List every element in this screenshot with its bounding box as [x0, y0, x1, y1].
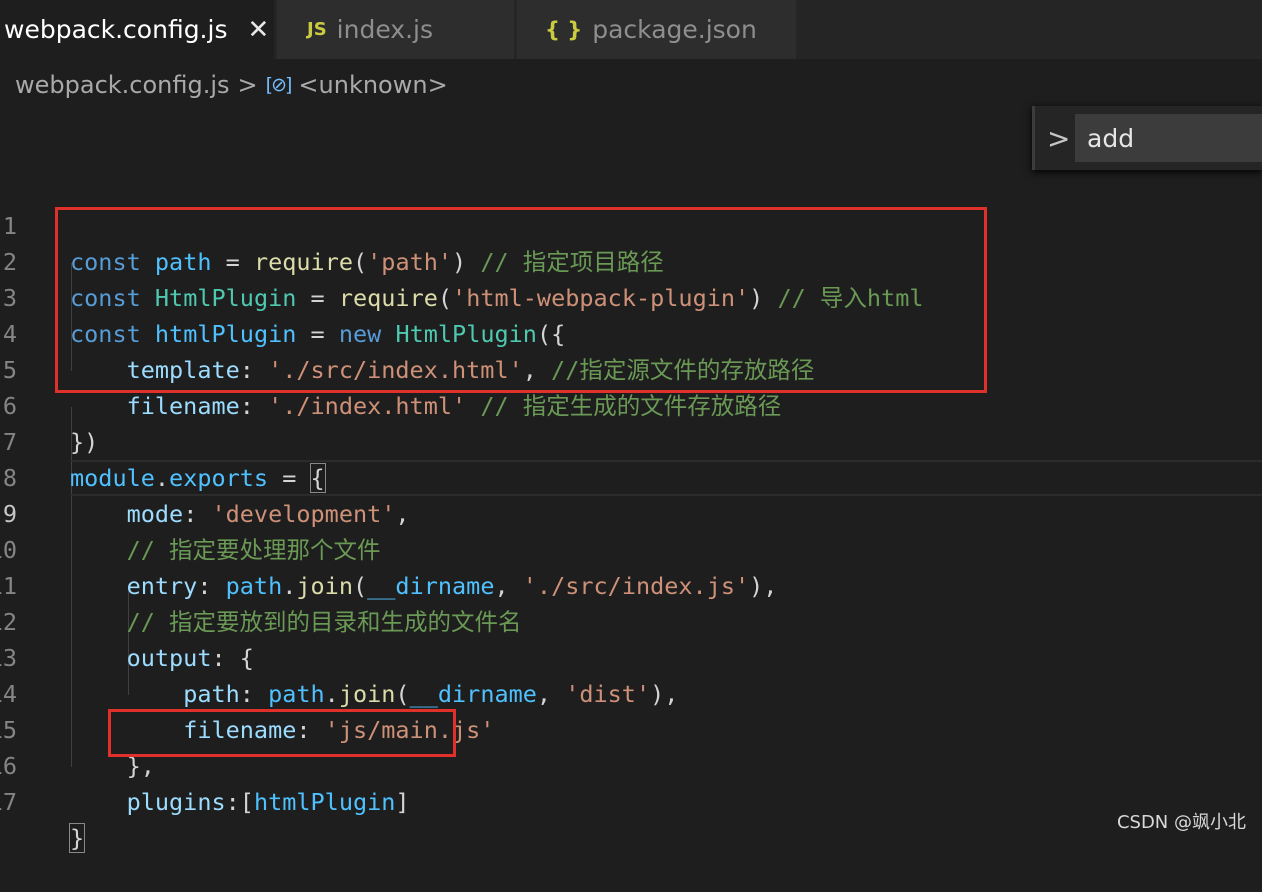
watermark: CSDN @飒小北 — [1116, 812, 1246, 833]
code-line: 7 module.exports = { — [0, 388, 1262, 493]
code-line: 11 // 指定要放到的目录和生成的文件名 — [0, 532, 1262, 636]
chevron-right-icon[interactable]: > — [1047, 122, 1070, 155]
find-widget: > — [1032, 106, 1262, 170]
tab-webpack-config[interactable]: webpack.config.js ✕ — [0, 0, 275, 59]
line-number: 17 — [0, 788, 17, 816]
tab-index-js[interactable]: JS index.js — [277, 0, 515, 59]
close-icon[interactable]: ✕ — [247, 15, 269, 45]
breadcrumb: webpack.config.js > [⊘] <unknown> — [15, 66, 448, 104]
breadcrumb-file[interactable]: webpack.config.js — [15, 71, 230, 99]
code-line: 8 mode: 'development', — [0, 424, 1262, 528]
line-code: } — [68, 823, 86, 853]
find-input[interactable] — [1075, 114, 1262, 162]
code-line: 15 }, — [0, 676, 1262, 780]
tab-package-json[interactable]: { } package.json — [517, 0, 797, 59]
annotation-box-plugins — [108, 709, 456, 757]
tab-label: index.js — [336, 15, 433, 44]
code-line-current: 9 // 指定要处理那个文件 — [0, 460, 1262, 564]
code-line: 13 path: path.join(__dirname, 'dist'), — [0, 604, 1262, 708]
chevron-right-icon: > — [237, 71, 258, 99]
code-editor[interactable]: 1 const path = require('path') // 指定项目路径… — [0, 172, 1262, 853]
tab-label: package.json — [592, 15, 757, 44]
code-line: 12 output: { — [0, 568, 1262, 672]
line-code: plugins:[htmlPlugin] — [126, 788, 410, 816]
tab-label: webpack.config.js — [4, 15, 228, 44]
json-file-icon: { } — [545, 17, 583, 42]
annotation-box-plugin-setup — [55, 207, 987, 393]
code-line: 14 filename: 'js/main.js' — [0, 640, 1262, 744]
breadcrumb-symbol[interactable]: <unknown> — [298, 71, 447, 99]
code-line: 10 entry: path.join(__dirname, './src/in… — [0, 496, 1262, 600]
tab-bar: webpack.config.js ✕ JS index.js { } pack… — [0, 0, 1262, 59]
code-line: 1 const path = require('path') // 指定项目路径 — [0, 172, 1262, 276]
symbol-variable-icon: [⊘] — [265, 74, 293, 96]
js-file-icon: JS — [307, 19, 327, 40]
